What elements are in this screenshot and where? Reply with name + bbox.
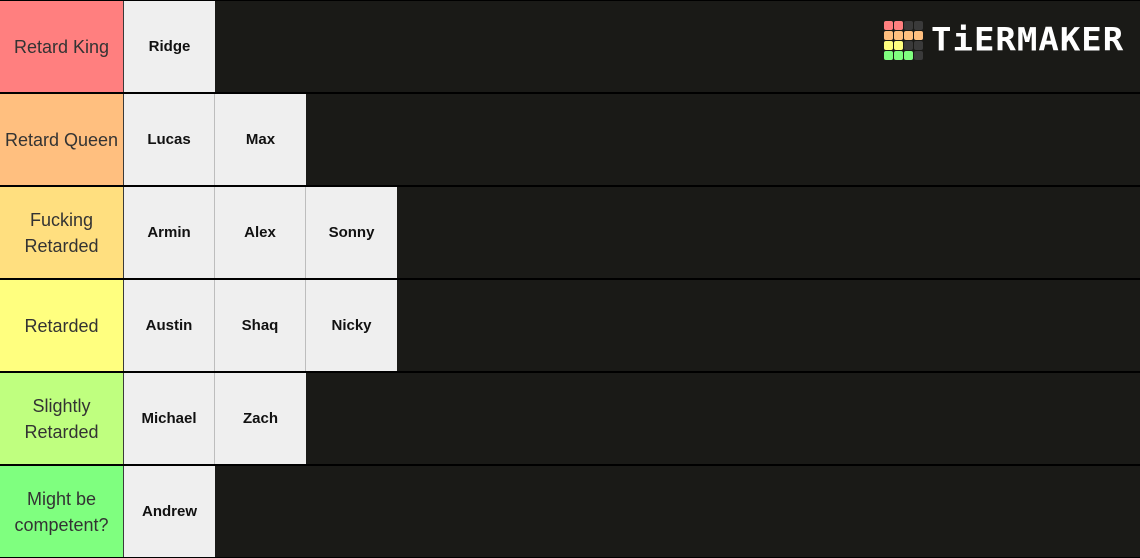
tier-row: Retarded Austin Shaq Nicky (0, 280, 1140, 371)
tier-list: Retard King Ridge Retard Queen Lucas Max Fuck… (0, 0, 1140, 558)
logo-grid-cell (904, 20, 913, 30)
tier-item[interactable]: Andrew (124, 466, 215, 557)
logo-grid-cell (894, 50, 903, 60)
tier-items-container[interactable]: Austin Shaq Nicky (124, 280, 397, 371)
tier-items-container[interactable]: Ridge (124, 1, 215, 92)
tier-items-container[interactable]: Lucas Max (124, 94, 306, 185)
tier-items-container[interactable]: Michael Zach (124, 373, 306, 464)
tier-item[interactable]: Zach (215, 373, 306, 464)
tier-items-container[interactable]: Andrew (124, 466, 215, 557)
logo-text: TiERMAKER (931, 21, 1125, 59)
logo-grid-cell (904, 30, 913, 40)
tier-row: Slightly Retarded Michael Zach (0, 373, 1140, 464)
tier-row: Retard Queen Lucas Max (0, 94, 1140, 185)
tier-row: Might be competent? Andrew (0, 466, 1140, 557)
logo-grid-cell (894, 30, 903, 40)
tier-item[interactable]: Austin (124, 280, 215, 371)
tier-label[interactable]: Slightly Retarded (0, 373, 124, 464)
logo-grid-cell (914, 50, 923, 60)
tier-item[interactable]: Max (215, 94, 306, 185)
tier-item[interactable]: Nicky (306, 280, 397, 371)
tier-item[interactable]: Sonny (306, 187, 397, 278)
tier-items-container[interactable]: Armin Alex Sonny (124, 187, 397, 278)
tier-item[interactable]: Lucas (124, 94, 215, 185)
tiermaker-logo: TiERMAKER (884, 20, 1124, 60)
logo-grid-cell (914, 20, 923, 30)
logo-grid-cell (894, 40, 903, 50)
tier-label[interactable]: Fucking Retarded (0, 187, 124, 278)
tier-item[interactable]: Michael (124, 373, 215, 464)
logo-grid-cell (914, 30, 923, 40)
logo-grid-cell (894, 20, 903, 30)
logo-grid-cell (904, 50, 913, 60)
tier-label[interactable]: Retarded (0, 280, 124, 371)
logo-grid-cell (884, 40, 893, 50)
logo-grid-cell (904, 40, 913, 50)
logo-grid-cell (884, 30, 893, 40)
tier-label[interactable]: Retard King (0, 1, 124, 92)
tier-label[interactable]: Retard Queen (0, 94, 124, 185)
tier-label[interactable]: Might be competent? (0, 466, 124, 557)
tier-item[interactable]: Armin (124, 187, 215, 278)
tier-item[interactable]: Alex (215, 187, 306, 278)
logo-grid-cell (884, 20, 893, 30)
logo-grid-cell (884, 50, 893, 60)
logo-grid-cell (914, 40, 923, 50)
tiermaker-grid-icon (884, 20, 923, 60)
tier-item[interactable]: Shaq (215, 280, 306, 371)
tier-row: Fucking Retarded Armin Alex Sonny (0, 187, 1140, 278)
tier-item[interactable]: Ridge (124, 1, 215, 92)
